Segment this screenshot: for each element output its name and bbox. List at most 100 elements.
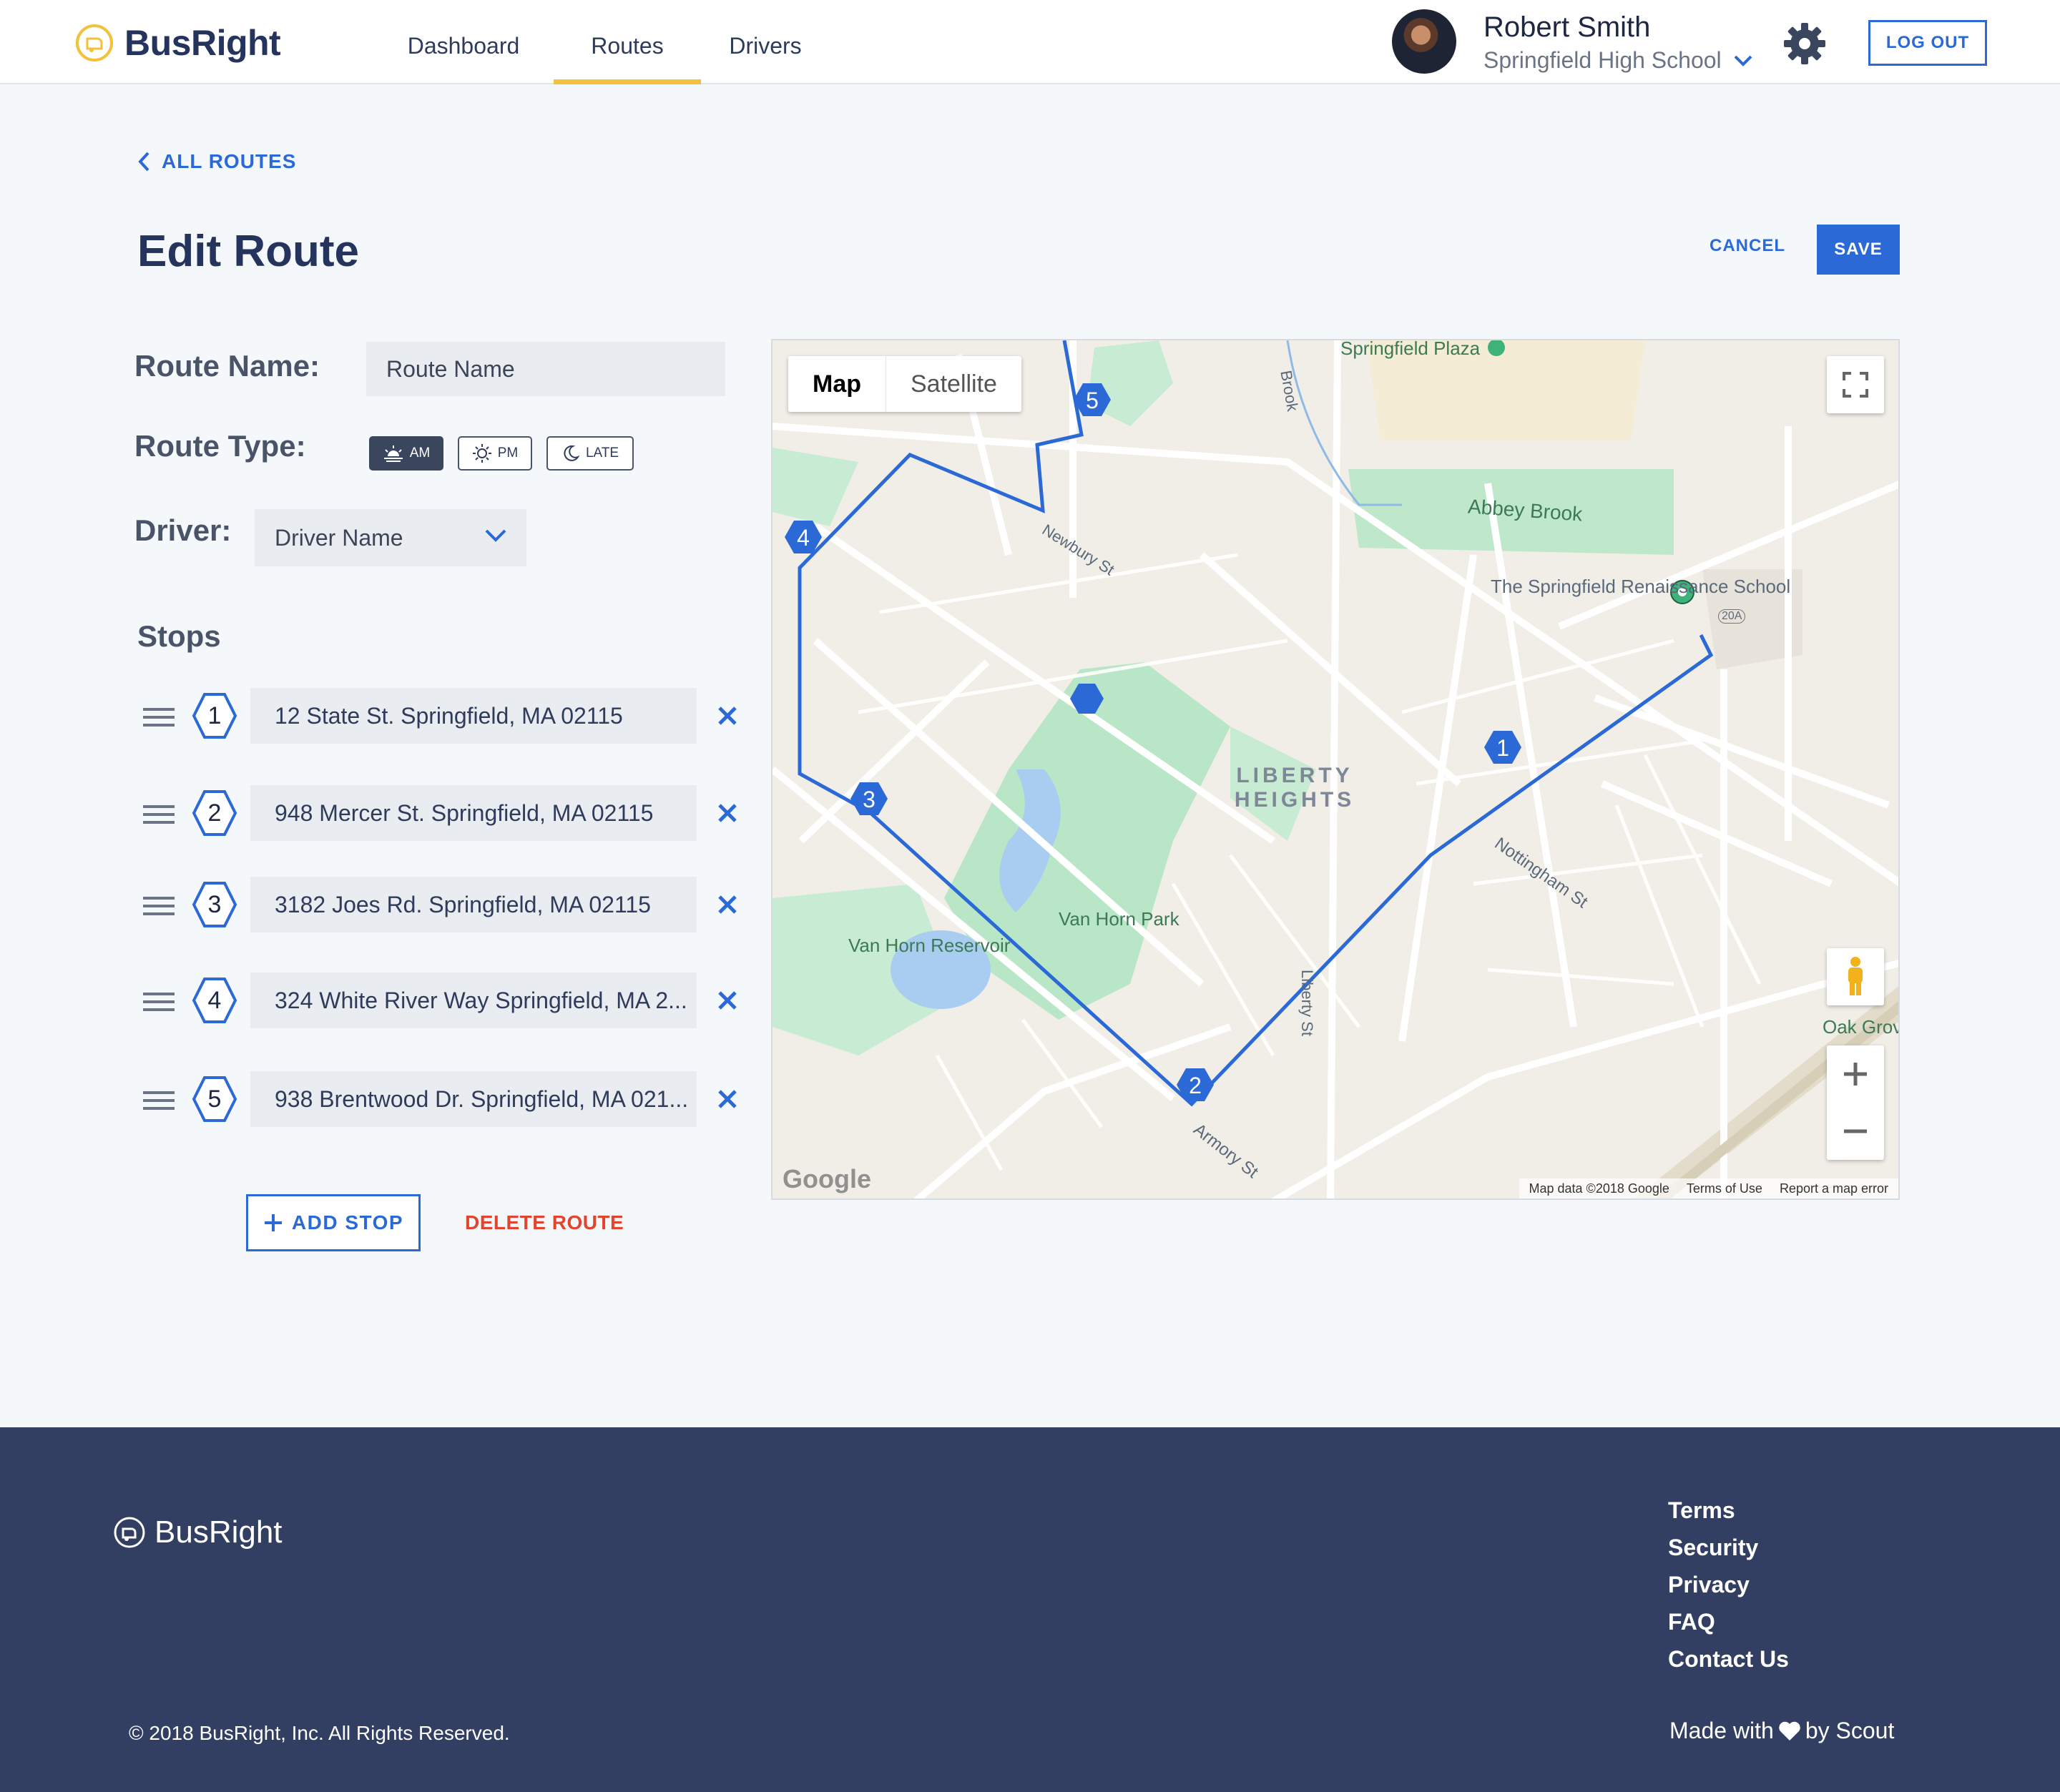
route-type-pm-label: PM	[497, 445, 519, 461]
moon-icon	[564, 445, 580, 461]
avatar[interactable]	[1392, 9, 1456, 74]
route-type-late[interactable]: LATE	[546, 436, 634, 471]
nav-drivers[interactable]: Drivers	[722, 0, 808, 84]
map-type-map[interactable]: Map	[788, 356, 886, 412]
stop-row: 4 324 White River Way Springfield, MA 2.…	[143, 973, 741, 1028]
made-with: Made with by Scout	[1669, 1718, 1894, 1744]
route-map[interactable]: 1 2 3 4 5 Springfield Plaza Abbey Brook …	[771, 339, 1900, 1200]
drag-handle-icon[interactable]	[143, 1091, 175, 1115]
school-selector[interactable]: Springfield High School	[1483, 47, 1753, 74]
bus-logo-icon	[76, 24, 113, 61]
stop-number: 5	[207, 1085, 222, 1113]
map-pin-1[interactable]: 1	[1485, 730, 1521, 766]
plus-icon	[264, 1214, 282, 1231]
map-label-district: LIBERTY HEIGHTS	[1234, 764, 1355, 812]
footer-link-terms[interactable]: Terms	[1668, 1492, 1789, 1529]
map-pin-5[interactable]: 5	[1074, 383, 1110, 418]
street-view-button[interactable]	[1827, 948, 1884, 1005]
close-icon[interactable]	[715, 1087, 740, 1111]
gear-icon[interactable]	[1782, 21, 1827, 66]
fullscreen-icon	[1843, 372, 1868, 398]
driver-label: Driver:	[134, 513, 232, 547]
heart-icon	[1779, 1721, 1800, 1741]
route-type-am-label: AM	[409, 445, 431, 461]
fullscreen-button[interactable]	[1827, 356, 1884, 413]
bus-logo-icon	[114, 1517, 145, 1548]
route-type-am[interactable]: AM	[369, 436, 443, 471]
map-label-park: Van Horn Park	[1059, 908, 1179, 930]
stop-address-input[interactable]: 938 Brentwood Dr. Springfield, MA 021...	[250, 1071, 697, 1127]
stop-number: 1	[207, 701, 222, 729]
close-icon[interactable]	[715, 801, 740, 825]
stop-number: 3	[207, 890, 222, 918]
cancel-button[interactable]: CANCEL	[1710, 236, 1785, 256]
nav-dashboard[interactable]: Dashboard	[405, 0, 522, 84]
map-label-plaza: Springfield Plaza	[1340, 339, 1481, 359]
nav-routes[interactable]: Routes	[554, 0, 701, 84]
route-type-pm[interactable]: PM	[458, 436, 532, 471]
map-report-link[interactable]: Report a map error	[1780, 1181, 1888, 1196]
stop-row: 2 948 Mercer St. Springfield, MA 02115	[143, 785, 741, 841]
close-icon[interactable]	[715, 988, 740, 1013]
stops-title: Stops	[137, 619, 221, 653]
close-icon[interactable]	[715, 892, 740, 917]
route-type-label: Route Type:	[134, 429, 306, 463]
page-footer: BusRight Terms Security Privacy FAQ Cont…	[0, 1427, 2060, 1792]
save-button[interactable]: SAVE	[1817, 225, 1900, 275]
drag-handle-icon[interactable]	[143, 897, 175, 920]
map-terms-link[interactable]: Terms of Use	[1687, 1181, 1762, 1196]
stop-address-input[interactable]: 948 Mercer St. Springfield, MA 02115	[250, 785, 697, 841]
made-with-suffix: by Scout	[1805, 1718, 1895, 1743]
chevron-left-icon	[138, 152, 149, 172]
map-attribution: Map data ©2018 Google Terms of Use Repor…	[1519, 1178, 1898, 1198]
map-label-route-20a: 20A	[1718, 609, 1746, 624]
chevron-down-icon	[485, 529, 506, 542]
pegman-icon	[1848, 957, 1863, 995]
stop-number: 2	[207, 799, 222, 827]
footer-link-privacy[interactable]: Privacy	[1668, 1566, 1789, 1603]
drag-handle-icon[interactable]	[143, 708, 175, 732]
stop-row: 3 3182 Joes Rd. Springfield, MA 02115	[143, 877, 741, 932]
chevron-down-icon	[1734, 55, 1752, 67]
drag-handle-icon[interactable]	[143, 805, 175, 829]
school-name: Springfield High School	[1483, 47, 1722, 73]
footer-link-faq[interactable]: FAQ	[1668, 1603, 1789, 1640]
driver-select-value: Driver Name	[275, 524, 403, 551]
map-data-credit: Map data ©2018 Google	[1529, 1181, 1669, 1196]
footer-logo[interactable]: BusRight	[113, 1515, 283, 1550]
map-pin-3[interactable]: 3	[851, 782, 887, 817]
stop-address-input[interactable]: 3182 Joes Rd. Springfield, MA 02115	[250, 877, 697, 932]
close-icon[interactable]	[715, 704, 740, 728]
zoom-out-icon[interactable]	[1827, 1103, 1884, 1160]
stop-address-input[interactable]: 324 White River Way Springfield, MA 2...	[250, 973, 697, 1028]
add-stop-button[interactable]: ADD STOP	[246, 1194, 421, 1251]
map-type-toggle: Map Satellite	[788, 356, 1021, 412]
stop-row: 5 938 Brentwood Dr. Springfield, MA 021.…	[143, 1071, 741, 1127]
footer-brand: BusRight	[154, 1515, 283, 1550]
route-name-input[interactable]: Route Name	[366, 342, 725, 396]
logout-button[interactable]: LOG OUT	[1868, 20, 1987, 66]
stop-address-input[interactable]: 12 State St. Springfield, MA 02115	[250, 688, 697, 744]
delete-route-button[interactable]: DELETE ROUTE	[465, 1211, 624, 1234]
user-name: Robert Smith	[1483, 11, 1651, 43]
all-routes-link[interactable]: ALL ROUTES	[137, 150, 296, 173]
map-type-satellite[interactable]: Satellite	[886, 356, 1021, 412]
sun-icon	[472, 444, 491, 463]
map-label-school: The Springfield Renaissance School	[1491, 576, 1791, 597]
sunrise-icon	[383, 445, 403, 462]
copyright: © 2018 BusRight, Inc. All Rights Reserve…	[129, 1722, 510, 1744]
all-routes-label: ALL ROUTES	[162, 150, 297, 172]
map-pin-2[interactable]: 2	[1177, 1068, 1213, 1103]
map-label-oak-grove: Oak Grov of Spr	[1823, 1016, 1900, 1038]
top-header: BusRight Dashboard Routes Drivers Robert…	[0, 0, 2060, 84]
footer-link-contact[interactable]: Contact Us	[1668, 1640, 1789, 1678]
map-pin-4[interactable]: 4	[785, 520, 821, 556]
brand-logo[interactable]: BusRight	[74, 21, 281, 64]
footer-link-security[interactable]: Security	[1668, 1529, 1789, 1566]
drag-handle-icon[interactable]	[143, 993, 175, 1016]
made-with-prefix: Made with	[1669, 1718, 1774, 1743]
route-type-late-label: LATE	[585, 445, 619, 461]
add-stop-label: ADD STOP	[291, 1211, 404, 1234]
zoom-in-icon[interactable]	[1827, 1045, 1884, 1103]
map-label-reservoir: Van Horn Reservoir	[848, 935, 1011, 956]
